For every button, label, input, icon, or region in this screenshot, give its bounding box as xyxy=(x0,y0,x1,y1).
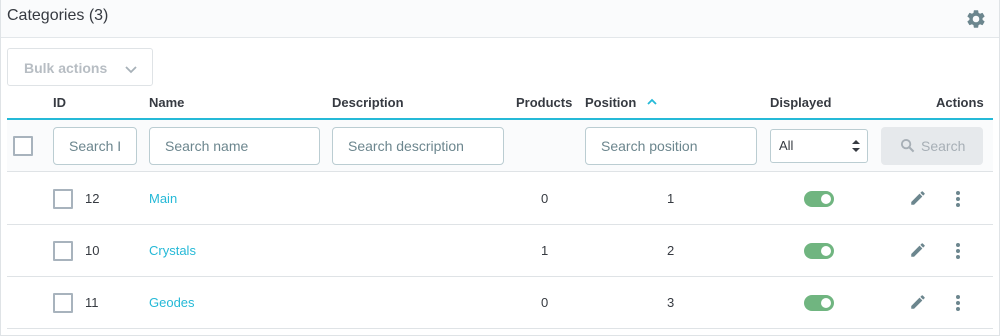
table-row: 10 Crystals 1 2 xyxy=(7,225,993,277)
sort-ascending-icon[interactable] xyxy=(646,96,658,108)
categories-panel: Categories (3) Bulk actions ID Name Desc… xyxy=(0,0,1000,336)
panel-header: Categories (3) xyxy=(1,0,999,38)
row-name-link[interactable]: Crystals xyxy=(149,243,196,258)
row-position[interactable]: 3 xyxy=(667,295,674,310)
edit-icon[interactable] xyxy=(909,241,927,259)
row-name-link[interactable]: Geodes xyxy=(149,295,195,310)
row-id: 12 xyxy=(85,191,100,206)
row-products: 0 xyxy=(541,191,549,206)
displayed-filter-select[interactable]: All xyxy=(770,129,868,163)
chevron-down-icon xyxy=(125,66,137,74)
displayed-filter-value: All xyxy=(779,138,794,153)
column-header-description[interactable]: Description xyxy=(332,95,404,110)
bulk-actions-button[interactable]: Bulk actions xyxy=(7,48,153,86)
filter-row: Search I Search name Search description … xyxy=(7,120,993,172)
column-header-position[interactable]: Position xyxy=(585,95,636,110)
row-id: 10 xyxy=(85,243,100,258)
table-row: 11 Geodes 0 3 xyxy=(7,277,993,329)
edit-icon[interactable] xyxy=(909,293,927,311)
more-actions-icon[interactable] xyxy=(955,294,961,312)
name-search-input[interactable]: Search name xyxy=(149,127,320,165)
table-row: 12 Main 0 1 xyxy=(7,173,993,225)
page-title: Categories (3) xyxy=(7,7,109,24)
id-search-input[interactable]: Search I xyxy=(53,127,137,165)
row-name-link[interactable]: Main xyxy=(149,191,177,206)
column-header-name[interactable]: Name xyxy=(149,95,184,110)
select-all-checkbox[interactable] xyxy=(13,136,33,156)
more-actions-icon[interactable] xyxy=(955,242,961,260)
gear-icon[interactable] xyxy=(965,8,987,30)
row-checkbox[interactable] xyxy=(53,189,73,209)
more-actions-icon[interactable] xyxy=(955,190,961,208)
row-products: 1 xyxy=(541,243,549,258)
column-header-actions: Actions xyxy=(936,95,984,110)
column-header-id[interactable]: ID xyxy=(53,95,66,110)
row-checkbox[interactable] xyxy=(53,241,73,261)
row-position[interactable]: 1 xyxy=(667,191,674,206)
row-checkbox[interactable] xyxy=(53,293,73,313)
description-search-input[interactable]: Search description xyxy=(332,127,504,165)
displayed-toggle[interactable] xyxy=(804,295,834,311)
column-header-displayed[interactable]: Displayed xyxy=(770,95,831,110)
search-button-label: Search xyxy=(921,138,966,154)
column-header-products[interactable]: Products xyxy=(516,95,572,110)
edit-icon[interactable] xyxy=(909,189,927,207)
row-id: 11 xyxy=(85,295,99,310)
bulk-actions-label: Bulk actions xyxy=(24,60,108,76)
position-search-input[interactable]: Search position xyxy=(585,127,757,165)
row-products: 0 xyxy=(541,295,549,310)
displayed-toggle[interactable] xyxy=(804,243,834,259)
search-button[interactable]: Search xyxy=(881,127,983,165)
select-arrows-icon xyxy=(852,140,860,152)
search-icon xyxy=(900,138,915,153)
displayed-toggle[interactable] xyxy=(804,191,834,207)
row-position[interactable]: 2 xyxy=(667,243,674,258)
